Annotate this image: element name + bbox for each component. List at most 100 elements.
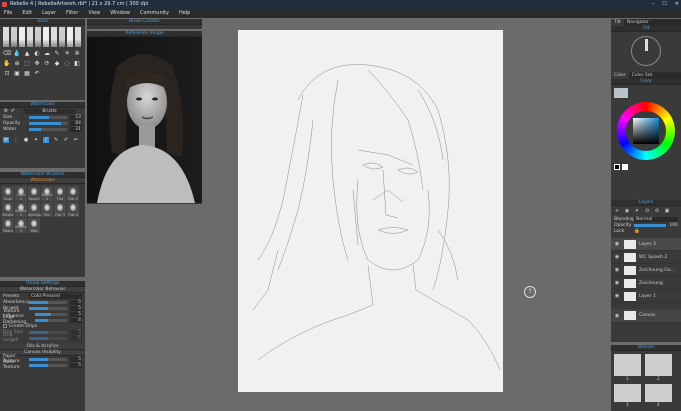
- brush-preset[interactable]: Flat 2: [67, 186, 79, 201]
- layer-opacity-value[interactable]: 100: [669, 223, 678, 228]
- driplen-slider[interactable]: [29, 336, 67, 340]
- wet-icon[interactable]: ✲: [73, 49, 81, 57]
- drips-checkbox[interactable]: [3, 324, 7, 328]
- mode-paint-icon[interactable]: ≡: [3, 137, 9, 143]
- canvas-layer[interactable]: ◉ Canvas: [611, 309, 681, 323]
- maximize-icon[interactable]: ☐: [662, 0, 666, 9]
- brush-preset[interactable]: Bristle 3: [15, 218, 27, 233]
- layer-trace-icon[interactable]: ◉: [624, 208, 630, 214]
- brush-tool-8[interactable]: [59, 27, 65, 47]
- paper-texture-value[interactable]: 5: [70, 356, 82, 362]
- reference-photo[interactable]: [87, 37, 202, 203]
- brush-tool-2[interactable]: [11, 27, 17, 47]
- color-swatch[interactable]: [614, 88, 628, 98]
- mode-pencil-icon[interactable]: ✎: [53, 137, 59, 143]
- tilt-dial[interactable]: [631, 36, 661, 66]
- layer-opacity-slider[interactable]: [634, 223, 667, 227]
- layer-item[interactable]: ◉ Layer 1: [611, 290, 681, 303]
- layer-item[interactable]: ◉ WC Splash 2: [611, 251, 681, 264]
- color-square[interactable]: [633, 118, 659, 144]
- stencil-item[interactable]: 2: [645, 354, 672, 381]
- stencil-icon[interactable]: ▣: [13, 69, 21, 77]
- smudge-icon[interactable]: ☁: [43, 49, 51, 57]
- menu-filter[interactable]: Filter: [66, 9, 78, 18]
- menu-help[interactable]: Help: [179, 9, 190, 18]
- mode-wet-icon[interactable]: ✐: [63, 137, 69, 143]
- brush-preset[interactable]: Round: [28, 186, 40, 201]
- menu-window[interactable]: Window: [110, 9, 130, 18]
- brush-tool-6[interactable]: [43, 27, 49, 47]
- wc-category-header[interactable]: Watercolor: [0, 178, 85, 184]
- blend-icon[interactable]: ◐: [33, 49, 41, 57]
- stamp-icon[interactable]: ▲: [23, 49, 31, 57]
- tab-tilt[interactable]: Tilt: [611, 19, 624, 26]
- stencil-item[interactable]: 1: [614, 354, 641, 381]
- ruler-icon[interactable]: ⊡: [3, 69, 11, 77]
- close-icon[interactable]: ✕: [675, 0, 679, 9]
- menu-community[interactable]: Community: [140, 9, 169, 18]
- opacity-value[interactable]: 84: [70, 120, 82, 126]
- brush-preset[interactable]: Liner: [2, 186, 14, 201]
- water-slider[interactable]: [29, 127, 67, 131]
- brush-tool-1[interactable]: [3, 27, 9, 47]
- layer-mask-icon[interactable]: ▣: [664, 208, 670, 214]
- picker-icon[interactable]: ✎: [53, 49, 61, 57]
- brush-preset[interactable]: Flat 4: [67, 202, 79, 217]
- eye-icon[interactable]: ◉: [613, 280, 621, 286]
- tab-color[interactable]: Color: [611, 72, 629, 79]
- brush-tool-7[interactable]: [51, 27, 57, 47]
- mode-splat-icon[interactable]: ✦: [33, 137, 39, 143]
- brush-preset[interactable]: Wet: [28, 218, 40, 233]
- lasso-icon[interactable]: ◌: [63, 59, 71, 67]
- color-wheel[interactable]: [617, 102, 675, 160]
- minimize-icon[interactable]: –: [652, 0, 655, 9]
- paint-texture-value[interactable]: 5: [70, 362, 82, 368]
- brush-tool-5[interactable]: [35, 27, 41, 47]
- mode-stamp-icon[interactable]: ●: [23, 137, 29, 143]
- size-value[interactable]: 53: [70, 114, 82, 120]
- layer-item[interactable]: ◉ Layer 3: [611, 238, 681, 251]
- menu-layer[interactable]: Layer: [42, 9, 56, 18]
- menu-file[interactable]: File: [4, 9, 12, 18]
- eye-icon[interactable]: ◉: [613, 254, 621, 260]
- paint-texture-slider[interactable]: [29, 363, 67, 367]
- driplen-value[interactable]: 5: [70, 335, 82, 341]
- menu-view[interactable]: View: [88, 9, 100, 18]
- drawing-canvas[interactable]: [238, 30, 503, 392]
- brush-preset[interactable]: Bristle 2: [15, 202, 27, 217]
- layer-item[interactable]: ◉ Zeichnung Ga...: [611, 264, 681, 277]
- texture-value[interactable]: 5: [70, 311, 82, 317]
- bg-color[interactable]: [622, 164, 628, 170]
- layer-item[interactable]: ◉ Zeichnung: [611, 277, 681, 290]
- zoom-icon[interactable]: ⊕: [13, 59, 21, 67]
- brush-tool-4[interactable]: [27, 27, 33, 47]
- eye-icon[interactable]: ◉: [613, 267, 621, 273]
- layer-lock-icon[interactable]: ⊘: [654, 208, 660, 214]
- layer-dry-icon[interactable]: ✦: [634, 208, 640, 214]
- brush-preset[interactable]: Fibers: [2, 218, 14, 233]
- eye-icon[interactable]: ◉: [613, 313, 621, 319]
- absorbency-slider[interactable]: [29, 300, 67, 304]
- brush-tool-9[interactable]: [67, 27, 73, 47]
- mode-dots-icon[interactable]: ⋮: [13, 137, 19, 143]
- presets-select[interactable]: Cold Pressed: [29, 293, 82, 299]
- edge-value[interactable]: 4: [70, 317, 82, 323]
- opacity-slider[interactable]: [29, 121, 67, 125]
- brush-preset[interactable]: Fan: [41, 202, 53, 217]
- paper-texture-slider[interactable]: [29, 357, 67, 361]
- fill-icon[interactable]: ◆: [53, 59, 61, 67]
- stencil-item[interactable]: 3: [614, 384, 641, 407]
- edge-slider[interactable]: [35, 318, 67, 322]
- hand-icon[interactable]: ✋: [3, 59, 11, 67]
- undo-icon[interactable]: ↶: [33, 69, 41, 77]
- fg-color[interactable]: [614, 164, 620, 170]
- rotate-icon[interactable]: ⟳: [43, 59, 51, 67]
- brush-preset[interactable]: Flat: [54, 186, 66, 201]
- dripsize-value[interactable]: 5: [70, 329, 82, 335]
- brush-tool-3[interactable]: [19, 27, 25, 47]
- brush-preset[interactable]: Bristle: [2, 202, 14, 217]
- dripsize-slider[interactable]: [29, 330, 67, 334]
- brush-preset[interactable]: Flat 3: [54, 202, 66, 217]
- water-value[interactable]: 31: [70, 126, 82, 132]
- select-icon[interactable]: ⬚: [23, 59, 31, 67]
